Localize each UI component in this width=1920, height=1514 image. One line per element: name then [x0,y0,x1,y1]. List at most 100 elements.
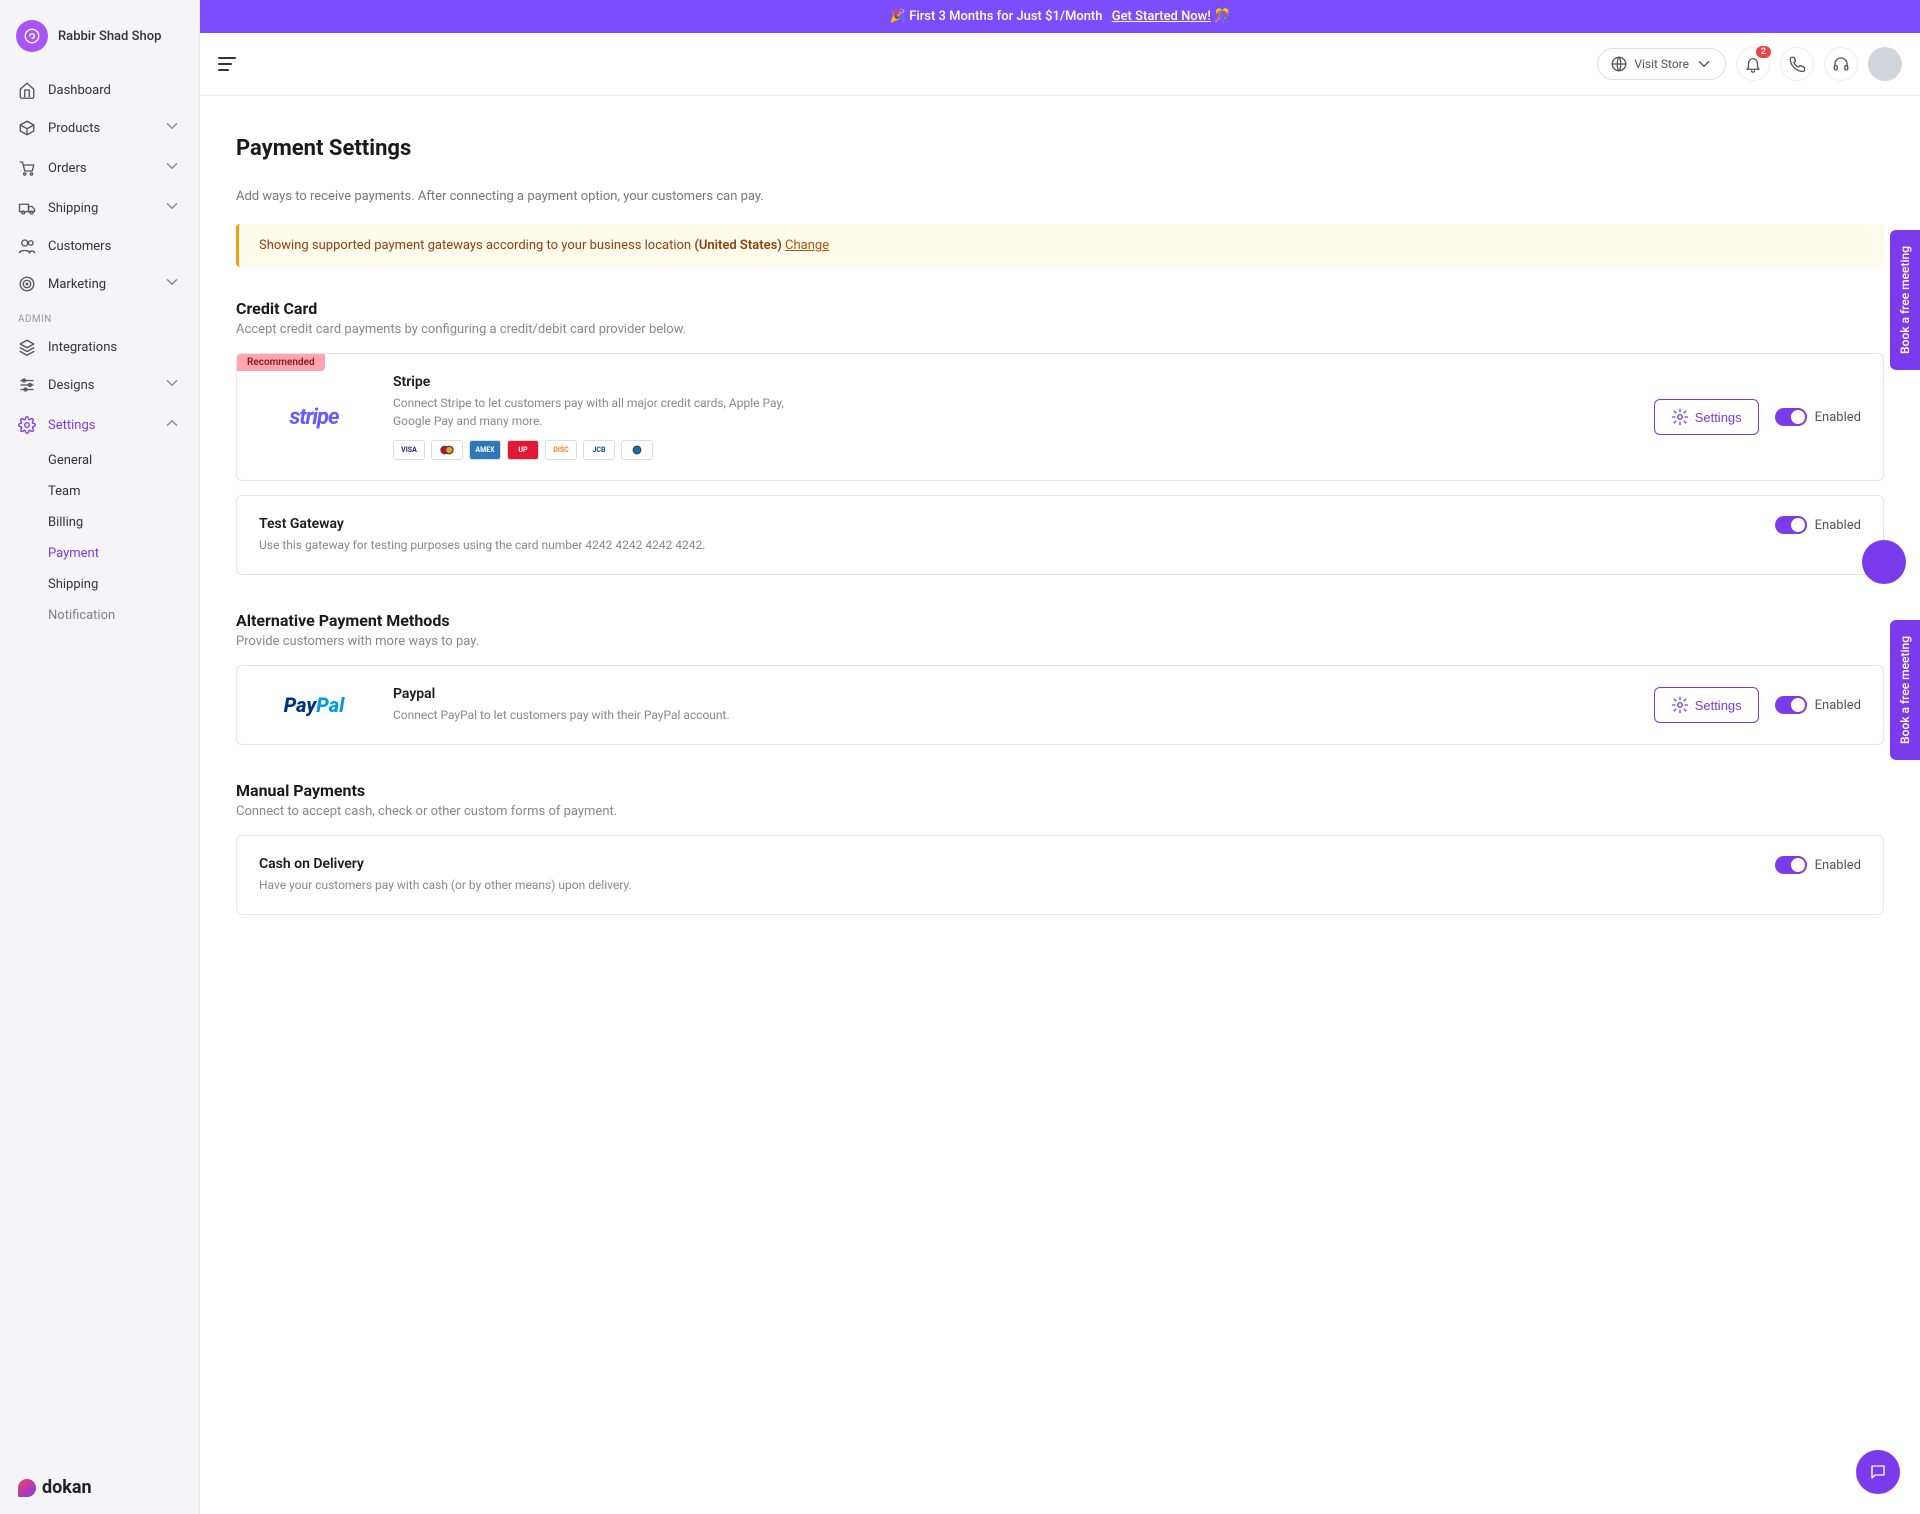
sidebar-sub-team[interactable]: Team [30,476,199,507]
visit-store-button[interactable]: Visit Store [1597,48,1726,80]
float-action-circle[interactable] [1862,540,1906,584]
cod-toggle[interactable] [1775,856,1807,874]
admin-section-label: ADMIN [0,304,199,329]
gateway-desc: Connect PayPal to let customers pay with… [393,706,793,724]
sidebar-item-products[interactable]: Products [0,108,199,148]
section-title: Credit Card [236,299,1884,318]
hamburger-icon[interactable] [218,57,236,71]
layers-icon [18,338,36,356]
mastercard-icon [431,440,463,460]
stripe-toggle[interactable] [1775,408,1807,426]
discover-icon: DISC [545,440,577,460]
book-meeting-tab-2[interactable]: Book a free meeting [1890,620,1920,760]
paypal-settings-button[interactable]: Settings [1654,687,1759,723]
sidebar-item-marketing[interactable]: Marketing [0,264,199,304]
stripe-settings-button[interactable]: Settings [1654,399,1759,435]
diners-icon [621,440,653,460]
content: Payment Settings Add ways to receive pay… [200,96,1920,1514]
section-title: Alternative Payment Methods [236,611,1884,630]
amex-icon: AMEX [469,440,501,460]
truck-icon [18,199,36,217]
gateway-card-cod: Cash on Delivery Have your customers pay… [236,835,1884,915]
section-sub: Accept credit card payments by configuri… [236,322,1884,337]
book-meeting-tab-1[interactable]: Book a free meeting [1890,230,1920,370]
location-alert: Showing supported payment gateways accor… [236,224,1884,267]
paypal-toggle[interactable] [1775,696,1807,714]
sliders-icon [18,376,36,394]
gateway-desc: Have your customers pay with cash (or by… [259,876,1751,894]
chevron-down-icon [163,157,181,179]
sidebar-sub-general[interactable]: General [30,445,199,476]
sidebar-item-customers[interactable]: Customers [0,228,199,264]
sidebar-item-designs[interactable]: Designs [0,365,199,405]
chevron-up-icon [163,414,181,436]
notifications-button[interactable]: 2 [1736,47,1770,81]
globe-icon [1610,55,1628,73]
gateway-card-test: Test Gateway Use this gateway for testin… [236,495,1884,575]
sidebar-sub-shipping[interactable]: Shipping [30,569,199,600]
notification-badge: 2 [1756,46,1771,58]
gateway-desc: Connect Stripe to let customers pay with… [393,394,793,430]
shop-avatar-icon [16,20,48,52]
chevron-down-icon [163,273,181,295]
gateway-card-paypal: PayPal Paypal Connect PayPal to let cust… [236,665,1884,745]
section-title: Manual Payments [236,781,1884,800]
gateway-card-stripe: Recommended stripe Stripe Connect Stripe… [236,353,1884,481]
toggle-label: Enabled [1815,518,1861,533]
users-icon [18,237,36,255]
dokan-brand[interactable]: dokan [18,1477,181,1498]
dokan-logo-icon [18,1479,36,1497]
page-subtitle: Add ways to receive payments. After conn… [236,189,1884,204]
gear-icon [18,416,36,434]
shop-header[interactable]: Rabbir Shad Shop [0,0,199,72]
test-toggle[interactable] [1775,516,1807,534]
home-icon [18,81,36,99]
sidebar-item-dashboard[interactable]: Dashboard [0,72,199,108]
box-icon [18,119,36,137]
card-brand-icons: VISA AMEX UP DISC JCB [393,440,1630,460]
change-location-link[interactable]: Change [785,238,829,253]
chevron-down-icon [163,197,181,219]
phone-button[interactable] [1780,47,1814,81]
visa-icon: VISA [393,440,425,460]
gear-icon [1671,696,1689,714]
promo-cta-link[interactable]: Get Started Now! [1112,9,1211,24]
unionpay-icon: UP [507,440,539,460]
target-icon [18,275,36,293]
sidebar-item-orders[interactable]: Orders [0,148,199,188]
main: 🎉 First 3 Months for Just $1/Month Get S… [200,0,1920,1514]
headset-icon [1832,55,1850,73]
jcb-icon: JCB [583,440,615,460]
chevron-down-icon [163,374,181,396]
gateway-desc: Use this gateway for testing purposes us… [259,536,1751,554]
sidebar-item-shipping[interactable]: Shipping [0,188,199,228]
phone-icon [1788,55,1806,73]
cart-icon [18,159,36,177]
sidebar-nav: Dashboard Products Orders Shipping Custo… [0,72,199,1461]
sidebar: Rabbir Shad Shop Dashboard Products Orde… [0,0,200,1514]
section-credit-card: Credit Card Accept credit card payments … [236,299,1884,575]
sidebar-sub-payment[interactable]: Payment [30,538,199,569]
sidebar-item-integrations[interactable]: Integrations [0,329,199,365]
chat-icon [1869,1463,1887,1481]
support-button[interactable] [1824,47,1858,81]
settings-submenu: General Team Billing Payment Shipping No… [0,445,199,631]
recommended-badge: Recommended [237,354,325,371]
sidebar-sub-billing[interactable]: Billing [30,507,199,538]
toggle-label: Enabled [1815,698,1861,713]
promo-banner: 🎉 First 3 Months for Just $1/Month Get S… [200,0,1920,33]
page-title: Payment Settings [236,136,1884,161]
section-sub: Provide customers with more ways to pay. [236,634,1884,649]
chevron-down-icon [1695,55,1713,73]
stripe-logo: stripe [259,405,369,430]
paypal-logo: PayPal [259,693,369,717]
gateway-name: Paypal [393,686,1630,702]
gateway-name: Cash on Delivery [259,856,1751,872]
chat-button[interactable] [1856,1450,1900,1494]
topbar: Visit Store 2 [200,33,1920,96]
section-alternative: Alternative Payment Methods Provide cust… [236,611,1884,745]
user-avatar[interactable] [1868,47,1902,81]
sidebar-item-settings[interactable]: Settings [0,405,199,445]
toggle-label: Enabled [1815,858,1861,873]
sidebar-sub-notification[interactable]: Notification [30,600,199,631]
